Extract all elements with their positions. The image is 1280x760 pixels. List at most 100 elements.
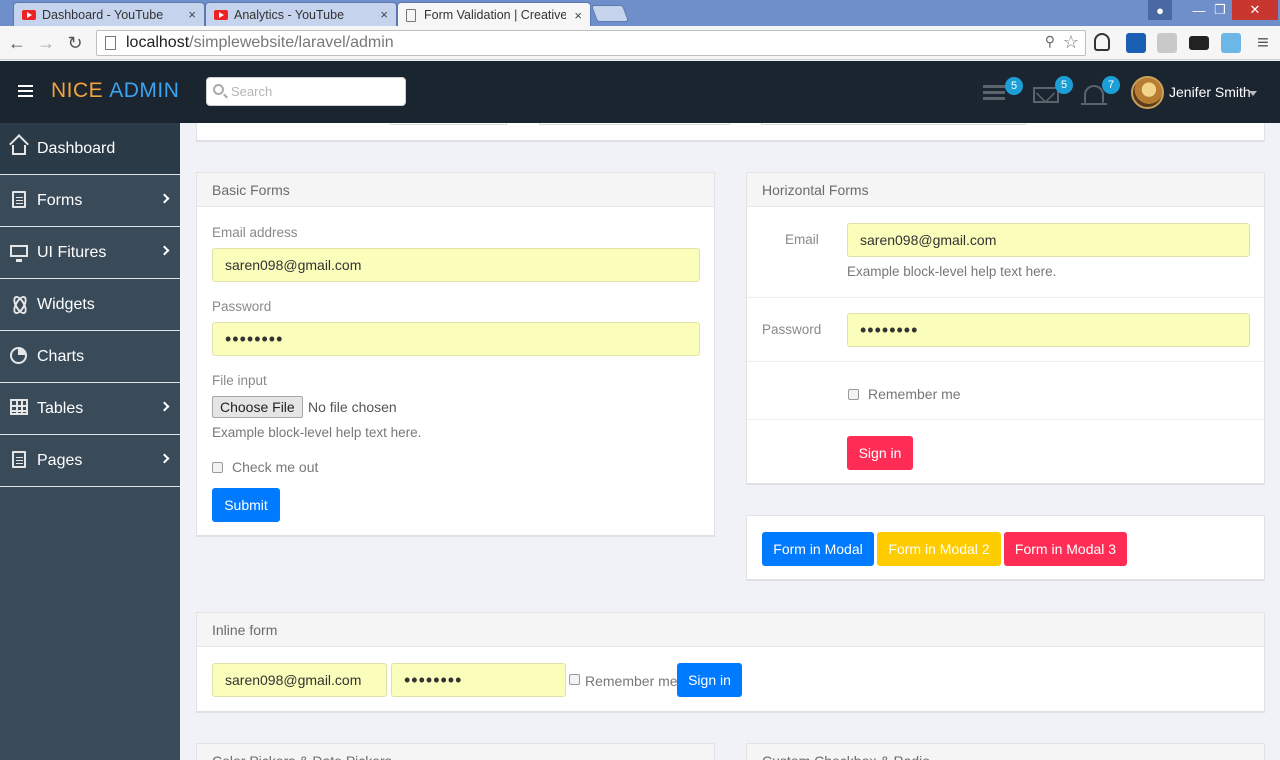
- close-window-button[interactable]: ✕: [1232, 0, 1278, 20]
- remember-me-checkbox[interactable]: [848, 389, 859, 400]
- mail-icon[interactable]: 5: [1033, 76, 1073, 103]
- extension-arrow-icon[interactable]: [1157, 33, 1177, 53]
- basic-forms-panel: Basic Forms Email address saren098@gmail…: [196, 172, 715, 537]
- bell-icon[interactable]: 7: [1081, 76, 1120, 105]
- sidebar-item-label: Charts: [37, 347, 85, 365]
- form-in-modal-2-button[interactable]: Form in Modal 2: [877, 532, 1001, 566]
- form-in-modal-3-button[interactable]: Form in Modal 3: [1004, 532, 1127, 566]
- row-divider: [747, 419, 1264, 420]
- sign-in-button[interactable]: Sign in: [677, 663, 742, 697]
- address-bar[interactable]: localhost/simplewebsite/laravel/admin ⚲ …: [96, 30, 1086, 56]
- atom-icon: [10, 295, 28, 313]
- email-field[interactable]: saren098@gmail.com: [847, 223, 1250, 257]
- password-field[interactable]: ••••••••: [212, 322, 700, 356]
- extension-robot-icon[interactable]: [1094, 33, 1110, 51]
- close-tab-icon[interactable]: ×: [188, 7, 196, 22]
- url-host: localhost: [126, 34, 190, 51]
- chevron-right-icon: [159, 401, 170, 412]
- sidebar-item-pages[interactable]: Pages: [0, 435, 180, 487]
- sidebar-item-tables[interactable]: Tables: [0, 383, 180, 435]
- browser-tabstrip: Dashboard - YouTube × Analytics - YouTub…: [0, 0, 1280, 27]
- file-input-label: File input: [212, 373, 267, 388]
- reload-button[interactable]: ↻: [63, 31, 87, 55]
- panel-title: Inline form: [197, 613, 1264, 647]
- email-label: Email: [785, 232, 819, 247]
- help-text: Example block-level help text here.: [212, 425, 422, 440]
- extension-download-icon[interactable]: [1126, 33, 1146, 53]
- logo-part-nice: NICE: [51, 79, 104, 102]
- minimize-button[interactable]: —: [1186, 0, 1212, 20]
- panel-title: Color Pickers & Date Pickers: [197, 744, 714, 760]
- close-tab-icon[interactable]: ×: [380, 7, 388, 22]
- file-status: No file chosen: [308, 399, 397, 415]
- password-label: Password: [212, 299, 272, 314]
- browser-tab-analytics-youtube[interactable]: Analytics - YouTube ×: [205, 2, 397, 26]
- tasks-icon[interactable]: 5: [983, 77, 1023, 107]
- mail-badge: 5: [1055, 76, 1073, 94]
- email-field[interactable]: saren098@gmail.com: [212, 248, 700, 282]
- new-tab-button[interactable]: [590, 5, 630, 22]
- email-label: Email address: [212, 225, 298, 240]
- avatar[interactable]: [1131, 76, 1164, 109]
- partial-input: [761, 123, 1026, 125]
- user-profile-icon[interactable]: ●: [1148, 0, 1172, 20]
- sidebar: Dashboard Forms UI Fitures Widgets Chart…: [0, 123, 180, 760]
- key-icon[interactable]: ⚲: [1045, 33, 1055, 50]
- password-label: Password: [762, 322, 822, 337]
- remember-me-checkbox[interactable]: [569, 674, 580, 685]
- url-path: /simplewebsite/laravel/admin: [189, 34, 394, 51]
- extension-screen-icon[interactable]: [1221, 33, 1241, 53]
- monitor-icon: [10, 245, 28, 262]
- chevron-down-icon[interactable]: [1249, 91, 1257, 96]
- app-logo[interactable]: NICE ADMIN: [51, 79, 179, 103]
- pages-icon: [12, 451, 26, 468]
- sidebar-item-label: UI Fitures: [37, 243, 107, 261]
- bookmark-star-icon[interactable]: ☆: [1063, 32, 1079, 53]
- document-icon: [12, 191, 26, 208]
- custom-checkbox-panel: Custom Checkbox & Radio: [746, 743, 1265, 760]
- horizontal-forms-panel: Horizontal Forms Email saren098@gmail.co…: [746, 172, 1265, 485]
- browser-tab-dashboard-youtube[interactable]: Dashboard - YouTube ×: [13, 2, 205, 26]
- pie-chart-icon: [10, 347, 27, 364]
- tab-title: Form Validation | Creative: [424, 8, 567, 22]
- email-field[interactable]: saren098@gmail.com: [212, 663, 387, 697]
- browser-menu-icon[interactable]: ≡: [1251, 31, 1275, 55]
- password-field[interactable]: ••••••••: [391, 663, 566, 697]
- modal-buttons-panel: Form in Modal Form in Modal 2 Form in Mo…: [746, 515, 1265, 581]
- sidebar-item-ui-fitures[interactable]: UI Fitures: [0, 227, 180, 279]
- choose-file-button[interactable]: Choose File: [212, 396, 303, 418]
- submit-button[interactable]: Submit: [212, 488, 280, 522]
- menu-toggle-icon[interactable]: [18, 85, 33, 100]
- extension-glasses-icon[interactable]: [1189, 36, 1209, 50]
- partial-input: [539, 123, 730, 125]
- sidebar-item-charts[interactable]: Charts: [0, 331, 180, 383]
- inline-form-panel: Inline form saren098@gmail.com •••••••• …: [196, 612, 1265, 713]
- check-me-out-checkbox[interactable]: [212, 462, 223, 473]
- forward-button[interactable]: →: [34, 31, 58, 55]
- search-input[interactable]: Search: [206, 77, 406, 106]
- sign-in-button[interactable]: Sign in: [847, 436, 913, 470]
- back-button[interactable]: ←: [5, 31, 29, 55]
- logo-part-admin: ADMIN: [109, 79, 180, 102]
- help-text: Example block-level help text here.: [847, 264, 1057, 279]
- user-name[interactable]: Jenifer Smith: [1169, 84, 1251, 100]
- password-field[interactable]: ••••••••: [847, 313, 1250, 347]
- sidebar-item-dashboard[interactable]: Dashboard: [0, 123, 180, 175]
- panel-title: Custom Checkbox & Radio: [747, 744, 1264, 760]
- sidebar-item-forms[interactable]: Forms: [0, 175, 180, 227]
- notification-badge: 7: [1102, 76, 1120, 94]
- row-divider: [747, 297, 1264, 298]
- panel-title: Horizontal Forms: [747, 173, 1264, 207]
- sidebar-item-widgets[interactable]: Widgets: [0, 279, 180, 331]
- page-icon: [406, 8, 416, 22]
- chevron-right-icon: [159, 453, 170, 464]
- maximize-button[interactable]: ❐: [1210, 0, 1230, 20]
- checkbox-label: Remember me: [868, 386, 961, 402]
- sidebar-item-label: Pages: [37, 451, 83, 469]
- page-icon: [105, 36, 116, 50]
- browser-tab-form-validation[interactable]: Form Validation | Creative ×: [397, 2, 591, 27]
- form-in-modal-button[interactable]: Form in Modal: [762, 532, 874, 566]
- close-tab-icon[interactable]: ×: [574, 8, 582, 23]
- sidebar-item-label: Dashboard: [37, 139, 116, 157]
- partial-input: [390, 123, 507, 125]
